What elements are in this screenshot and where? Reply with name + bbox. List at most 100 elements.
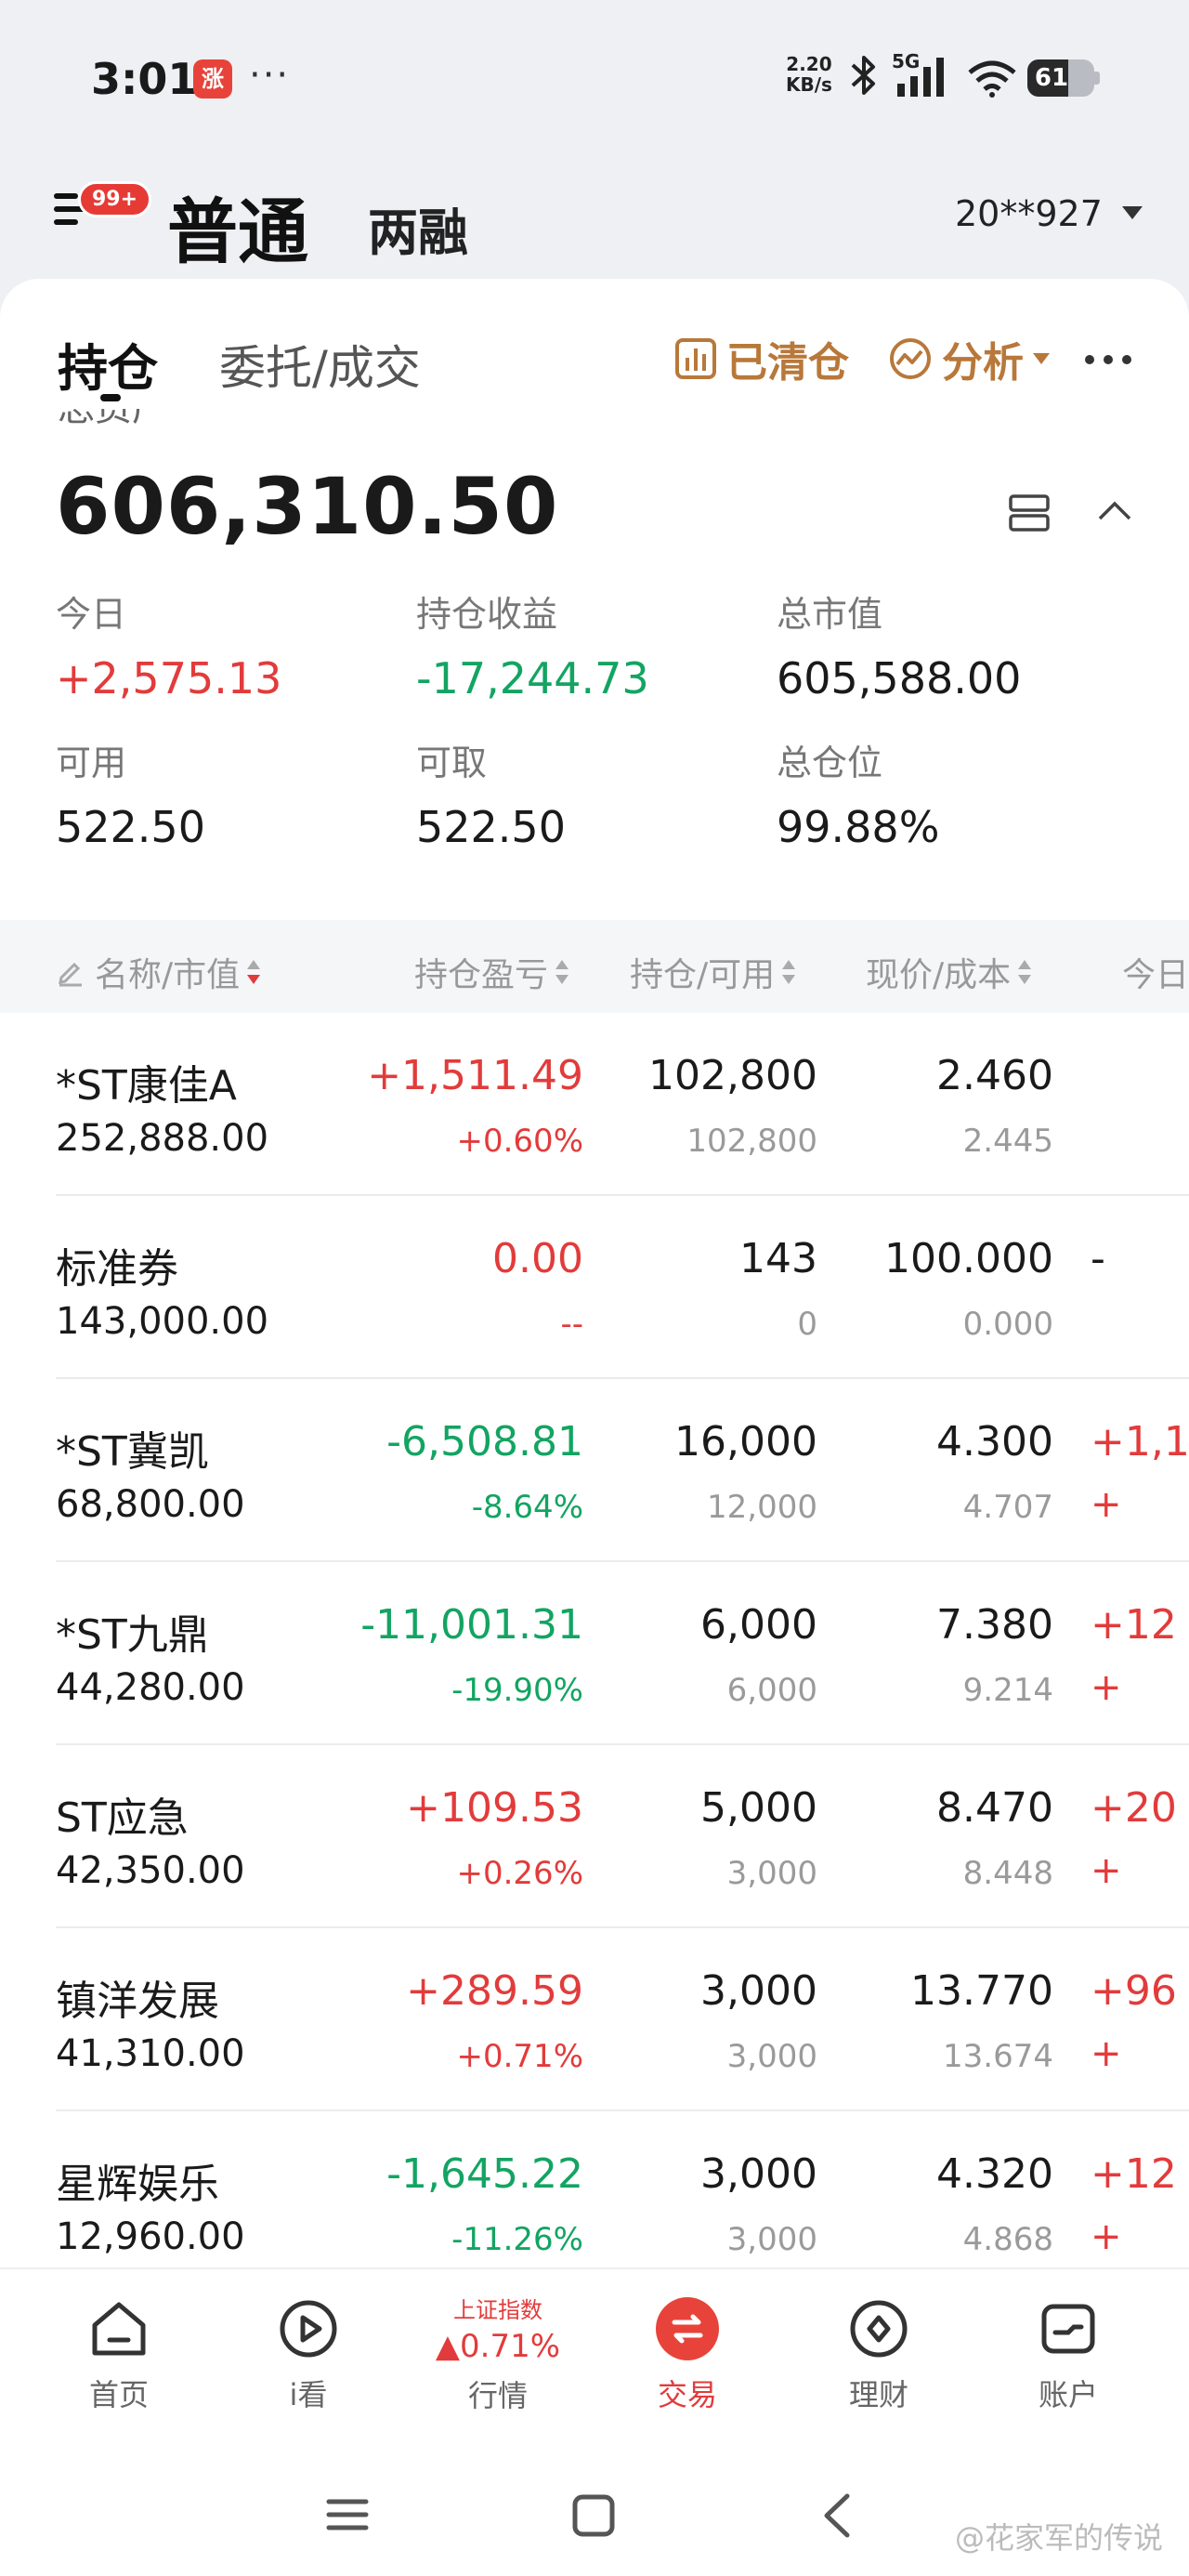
metric-value: 522.50 <box>56 802 205 852</box>
header-pnl[interactable]: 持仓盈亏 <box>414 948 569 996</box>
play-icon <box>280 2300 337 2358</box>
header-price[interactable]: 现价/成本 <box>866 948 1032 996</box>
stock-name: *ST九鼎 <box>56 1611 209 1659</box>
more-options-icon[interactable] <box>1085 355 1131 364</box>
wifi-icon <box>968 60 1016 98</box>
stock-price: 8.470 <box>936 1784 1053 1832</box>
stock-cost: 4.868 <box>962 2221 1053 2258</box>
stock-cost: 0.000 <box>962 1306 1053 1343</box>
bottom-nav: 首页 i看 上证指数 ▲0.71% 行情 交易 理财 账户 <box>0 2267 1189 2453</box>
tab-active-indicator <box>100 394 121 401</box>
stock-position: 5,000 <box>700 1784 817 1832</box>
tab-margin-account[interactable]: 两融 <box>368 191 468 265</box>
metric-value: 522.50 <box>416 802 566 852</box>
bluetooth-icon <box>851 56 875 95</box>
stock-cost: 9.214 <box>962 1672 1053 1709</box>
metric-withdrawable: 可取 522.50 <box>416 734 566 852</box>
nav-market[interactable]: 上证指数 ▲0.71% 行情 <box>433 2292 563 2415</box>
table-row[interactable]: *ST九鼎 44,280.00 -11,001.31 -19.90% 6,000… <box>0 1562 1189 1745</box>
chevron-down-icon[interactable] <box>1122 206 1143 219</box>
stock-position: 143 <box>739 1235 817 1282</box>
metric-label: 可用 <box>56 743 127 783</box>
table-row[interactable]: 星辉娱乐 12,960.00 -1,645.22 -11.26% 3,000 3… <box>0 2111 1189 2267</box>
stock-today-pct: + <box>1091 1483 1122 1526</box>
tab-orders[interactable]: 委托/成交 <box>219 331 421 398</box>
tab-holdings[interactable]: 持仓 <box>58 327 158 401</box>
nav-market-label: 行情 <box>467 2378 528 2413</box>
stock-available: 3,000 <box>726 2038 817 2075</box>
account-wallet-icon <box>1041 2304 1095 2354</box>
nav-finance[interactable]: 理财 <box>814 2295 944 2414</box>
stock-available: 3,000 <box>726 1855 817 1892</box>
edit-icon[interactable] <box>56 957 85 987</box>
stock-position: 102,800 <box>648 1052 817 1099</box>
stock-pnl: -1,645.22 <box>386 2150 583 2198</box>
stock-position: 6,000 <box>700 1601 817 1649</box>
stock-pnl-pct: -11.26% <box>451 2221 583 2258</box>
stock-position: 3,000 <box>700 1967 817 2015</box>
stock-price: 7.380 <box>936 1601 1053 1649</box>
metric-label: 可取 <box>416 743 488 783</box>
header-position[interactable]: 持仓/可用 <box>630 948 796 996</box>
nav-home-label: 首页 <box>88 2377 149 2412</box>
layout-toggle-icon[interactable] <box>1009 494 1050 532</box>
nav-trade-label: 交易 <box>657 2377 717 2412</box>
network-speed-unit: KB/s <box>786 73 832 96</box>
cleared-positions-button[interactable]: 已清仓 <box>674 331 849 387</box>
stock-market-value: 12,960.00 <box>56 2215 245 2258</box>
stock-pnl: -11,001.31 <box>360 1601 583 1649</box>
tab-normal-account[interactable]: 普通 <box>167 175 308 277</box>
table-row[interactable]: ST应急 42,350.00 +109.53 +0.26% 5,000 3,00… <box>0 1745 1189 1928</box>
account-selector[interactable]: 20**927 <box>955 193 1103 234</box>
stock-pnl-pct: -19.90% <box>451 1672 583 1709</box>
stock-pnl: +289.59 <box>406 1967 583 2015</box>
chevron-up-icon[interactable] <box>1096 498 1133 522</box>
back-icon[interactable] <box>821 2492 853 2539</box>
sort-icon <box>782 960 796 984</box>
stock-available: 12,000 <box>707 1489 817 1526</box>
stock-cost: 4.707 <box>962 1489 1053 1526</box>
home-square-icon[interactable] <box>572 2494 615 2537</box>
stock-pnl-pct: +0.26% <box>456 1855 584 1892</box>
status-time: 3:01 <box>91 54 198 104</box>
stock-today-pnl: +96 <box>1091 1967 1177 2015</box>
stock-today-pnl: +12 <box>1091 1601 1177 1649</box>
header-name[interactable]: 名称/市值 <box>56 948 261 996</box>
metric-value: +2,575.13 <box>56 653 282 703</box>
table-row[interactable]: *ST康佳A 252,888.00 +1,511.49 +0.60% 102,8… <box>0 1013 1189 1196</box>
analysis-label: 分析 <box>942 339 1024 387</box>
nav-watch-label: i看 <box>289 2377 328 2412</box>
stock-today-pnl: +1,17 <box>1091 1418 1189 1465</box>
stock-market-value: 68,800.00 <box>56 1483 245 1526</box>
table-row[interactable]: 标准券 143,000.00 0.00 -- 143 0 100.000 0.0… <box>0 1196 1189 1379</box>
analysis-button[interactable]: 分析 <box>888 331 1050 387</box>
stock-market-value: 41,310.00 <box>56 2032 245 2075</box>
stock-today-pnl: +20 <box>1091 1784 1177 1832</box>
nav-account[interactable]: 账户 <box>1003 2295 1133 2414</box>
table-row[interactable]: *ST冀凯 68,800.00 -6,508.81 -8.64% 16,000 … <box>0 1379 1189 1562</box>
stock-pnl: +109.53 <box>406 1784 583 1832</box>
status-bar: 3:01 涨 ··· 2.20 KB/s 5G 61 <box>0 0 1189 158</box>
metric-label: 今日 <box>56 594 127 635</box>
trade-swap-icon <box>656 2297 719 2360</box>
nav-trade[interactable]: 交易 <box>622 2295 752 2414</box>
stock-today-pct: + <box>1091 2032 1122 2075</box>
metric-label: 总市值 <box>777 594 883 635</box>
header-today[interactable]: 今日 <box>1122 948 1189 996</box>
system-navigation-bar: @花家军的传说 <box>0 2453 1189 2576</box>
nav-home[interactable]: 首页 <box>54 2295 184 2414</box>
recent-apps-icon[interactable] <box>325 2496 370 2533</box>
stock-market-value: 42,350.00 <box>56 1849 245 1892</box>
stock-today-pct: + <box>1091 1849 1122 1892</box>
metric-today: 今日 +2,575.13 <box>56 585 281 703</box>
stock-cost: 2.445 <box>962 1123 1053 1160</box>
menu-badge: 99+ <box>78 181 152 217</box>
nav-account-label: 账户 <box>1038 2377 1098 2412</box>
nav-watch[interactable]: i看 <box>243 2295 373 2414</box>
nav-finance-label: 理财 <box>848 2377 908 2412</box>
sort-icon <box>1018 960 1032 984</box>
metric-holding-pnl: 持仓收益 -17,244.73 <box>416 585 649 703</box>
stock-market-value: 252,888.00 <box>56 1117 269 1160</box>
total-assets-label: 总资产 <box>58 409 169 431</box>
table-row[interactable]: 镇洋发展 41,310.00 +289.59 +0.71% 3,000 3,00… <box>0 1928 1189 2111</box>
